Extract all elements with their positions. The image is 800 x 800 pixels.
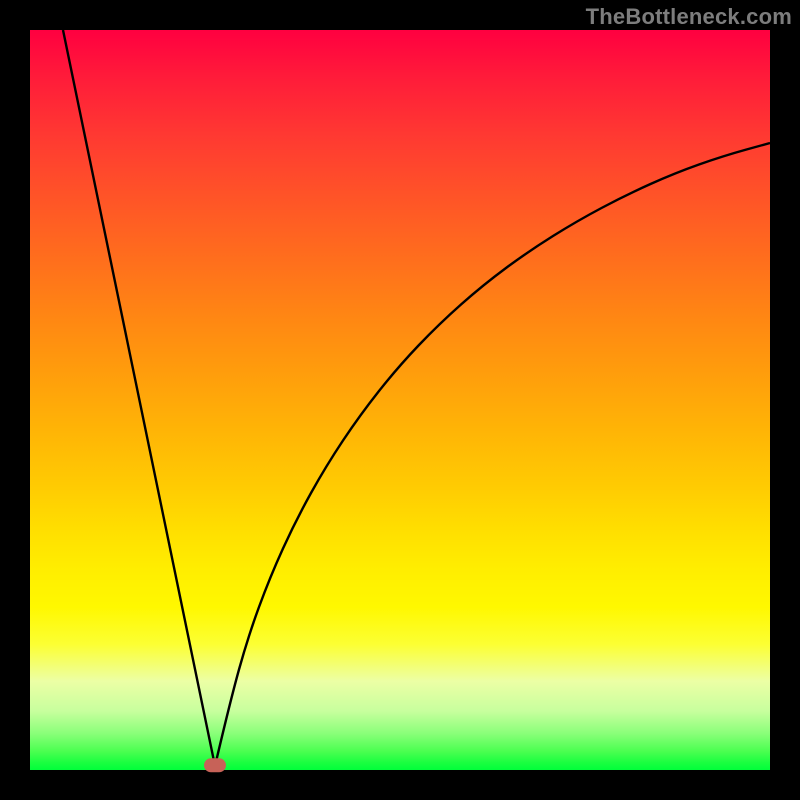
chart-stage: TheBottleneck.com <box>0 0 800 800</box>
plot-area <box>30 30 770 770</box>
curve-svg <box>30 30 770 770</box>
bottleneck-curve <box>63 30 770 766</box>
watermark-text: TheBottleneck.com <box>586 4 792 30</box>
optimum-marker <box>204 758 226 772</box>
